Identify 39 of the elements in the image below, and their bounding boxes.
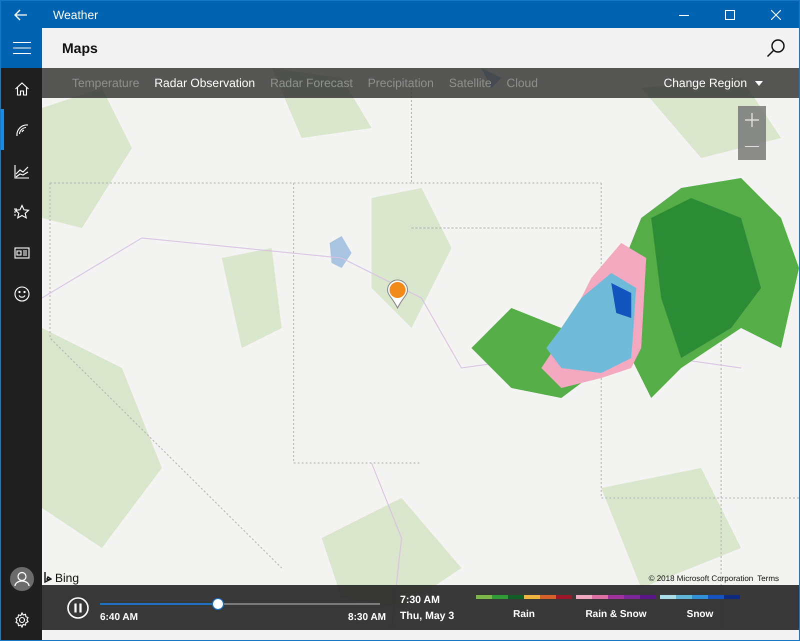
current-date: Thu, May 3 [400, 610, 456, 622]
end-time: 8:30 AM [348, 612, 386, 622]
map-tab[interactable]: Cloud [506, 76, 538, 90]
radar-icon [14, 122, 30, 138]
page-title: Maps [62, 40, 99, 56]
search-icon [766, 38, 786, 58]
bing-logo: Bing [44, 571, 80, 585]
map-tab[interactable]: Satellite [448, 76, 492, 90]
pause-icon [67, 596, 89, 618]
news-icon [14, 244, 30, 260]
map-tab[interactable]: Precipitation [368, 76, 434, 90]
caret-icon [755, 80, 763, 86]
menu-icon [12, 42, 30, 54]
copyright-text: © 2018 Microsoft Corporation [648, 574, 754, 582]
legend-label: Snow [686, 609, 714, 620]
chart-icon [14, 162, 30, 178]
legend-label: Rain [513, 609, 535, 620]
user-icon [10, 566, 34, 590]
star-list-icon [14, 204, 30, 220]
map-tab[interactable]: Radar Forecast [270, 76, 353, 90]
back-arrow-icon [14, 8, 28, 20]
maximize-icon [725, 10, 735, 20]
terms-link[interactable]: Terms [757, 574, 779, 582]
settings-icon [14, 612, 30, 628]
slider-thumb[interactable] [212, 598, 224, 610]
close-icon [771, 10, 781, 20]
map-tab[interactable]: Radar Observation [154, 76, 256, 90]
window-title: Weather [53, 8, 98, 22]
current-time: 7:30 AM [400, 594, 441, 606]
pause-button[interactable] [66, 596, 90, 620]
plus-icon [745, 112, 759, 126]
legend-label: Rain & Snow [585, 609, 647, 620]
smiley-icon [14, 286, 30, 302]
start-time: 6:40 AM [100, 612, 138, 622]
menu-button[interactable] [1, 28, 42, 68]
minus-icon [745, 146, 759, 147]
home-icon [14, 80, 30, 96]
change-region-dropdown[interactable]: Change Region [664, 76, 763, 90]
map-tab[interactable]: Temperature [72, 76, 140, 90]
